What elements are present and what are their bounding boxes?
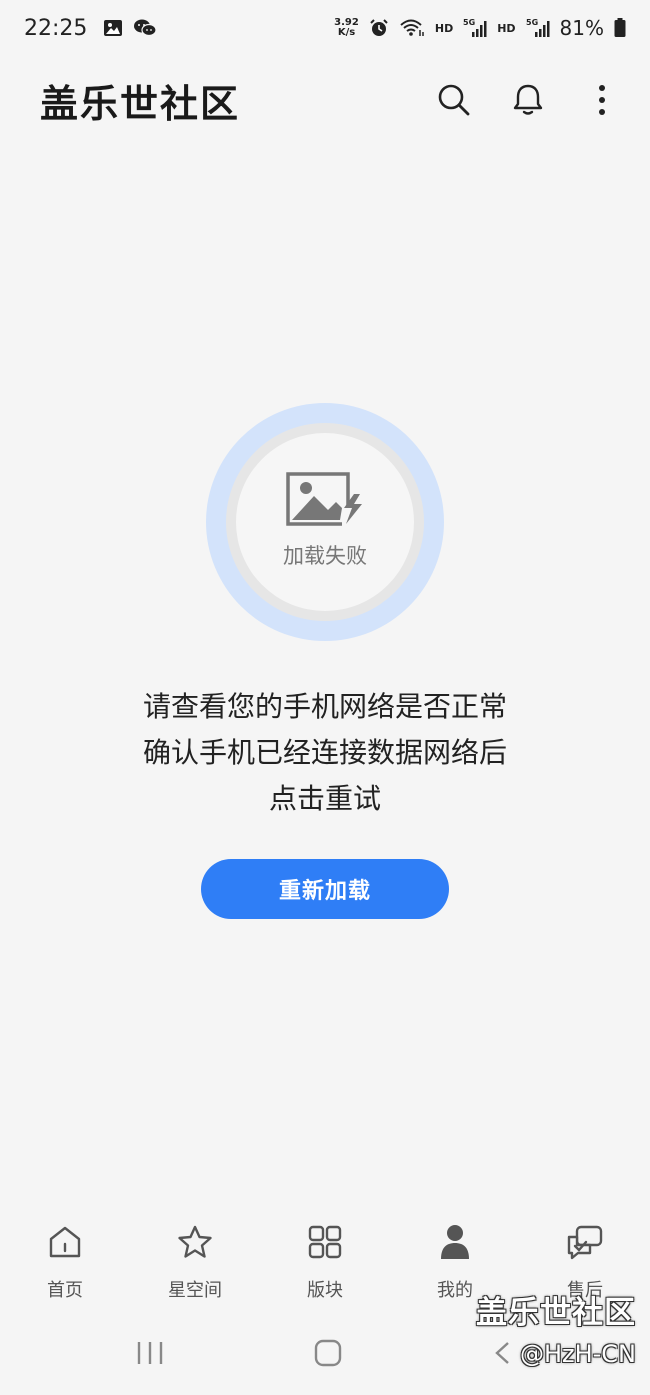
watermark-title: 盖乐世社区: [476, 1295, 636, 1331]
battery-icon: [614, 18, 626, 38]
wechat-icon: [133, 18, 158, 38]
error-message-line: 确认手机已经连接数据网络后: [142, 736, 507, 769]
app-header: 盖乐世社区: [0, 62, 650, 138]
home-square-icon: [314, 1339, 342, 1367]
notifications-button[interactable]: [508, 80, 548, 120]
tab-boards[interactable]: 版块: [260, 1220, 390, 1320]
more-options-button[interactable]: [582, 80, 622, 120]
svg-text:5G: 5G: [526, 18, 538, 27]
tab-label: 版块: [307, 1280, 343, 1301]
svg-text:5G: 5G: [463, 18, 475, 27]
tab-label: 首页: [47, 1280, 83, 1301]
home-icon: [49, 1226, 81, 1258]
tab-label: 我的: [437, 1280, 473, 1301]
signal-icon: 5G: [463, 18, 487, 38]
error-message: 请查看您的手机网络是否正常 确认手机已经连接数据网络后 点击重试: [0, 684, 650, 822]
load-error-graphic: 加载失败: [206, 403, 444, 641]
tab-label: 星空间: [168, 1280, 222, 1301]
wifi-icon: [399, 18, 425, 38]
hd-label-2: HD: [497, 21, 516, 35]
grid-icon: [308, 1225, 342, 1259]
home-nav-button[interactable]: [314, 1339, 342, 1371]
recent-apps-icon: [137, 1342, 162, 1364]
reload-button[interactable]: 重新加载: [201, 859, 449, 919]
tab-star-space[interactable]: 星空间: [130, 1220, 260, 1320]
watermark: 盖乐世社区 @HzH-CN: [476, 1287, 636, 1368]
more-icon: [599, 85, 605, 115]
hd-label-1: HD: [434, 21, 454, 35]
service-chat-icon: [567, 1225, 603, 1260]
load-failed-caption: 加载失败: [283, 544, 367, 568]
status-bar: 22:25 3.92 K/s HD 5G HD 5G 81%: [0, 0, 650, 56]
alarm-icon: [369, 18, 389, 38]
status-time: 22:25: [24, 15, 88, 41]
error-message-line: 点击重试: [268, 782, 381, 815]
user-icon: [441, 1225, 469, 1259]
tab-home[interactable]: 首页: [0, 1220, 130, 1320]
net-speed-unit: K/s: [337, 27, 356, 38]
star-icon: [178, 1225, 212, 1258]
broken-image-icon: [286, 472, 362, 526]
search-button[interactable]: [434, 80, 474, 120]
app-title: 盖乐世社区: [40, 81, 241, 126]
bell-icon: [513, 84, 543, 115]
error-message-line: 请查看您的手机网络是否正常: [142, 690, 507, 723]
recent-apps-button[interactable]: [135, 1340, 165, 1370]
signal-icon: 5G: [526, 18, 550, 38]
net-speed: 3.92 K/s: [334, 18, 359, 38]
watermark-handle: @HzH-CN: [519, 1340, 636, 1368]
battery-percent: 81%: [559, 16, 604, 40]
gallery-icon: [103, 18, 123, 38]
search-icon: [438, 84, 470, 116]
